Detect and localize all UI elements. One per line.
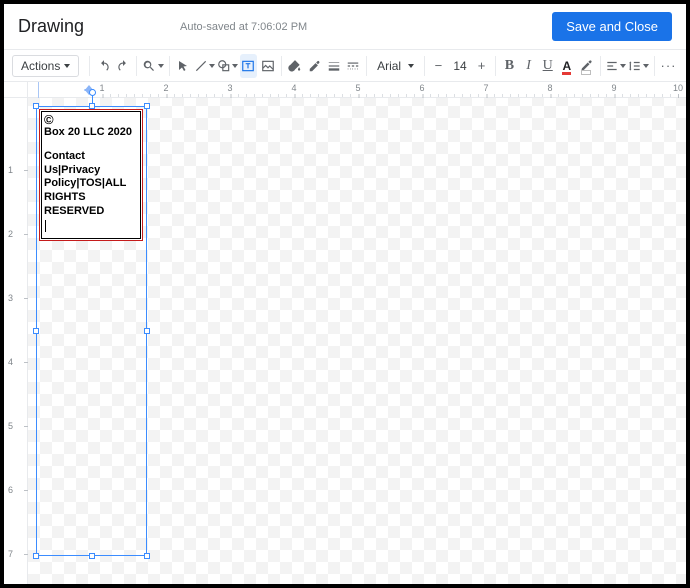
chevron-down-icon — [408, 64, 414, 68]
font-size-input[interactable]: 14 — [448, 55, 472, 77]
separator — [281, 56, 282, 76]
chevron-down-icon — [232, 64, 238, 68]
resize-handle-se[interactable] — [144, 553, 150, 559]
rotate-handle[interactable] — [89, 89, 96, 96]
ruler-origin-marker — [38, 82, 39, 98]
chevron-down-icon — [158, 64, 164, 68]
ruler-h-tick: 3 — [227, 83, 232, 93]
shape-tool-button[interactable] — [217, 54, 238, 78]
chevron-down-icon — [64, 64, 70, 68]
separator — [495, 56, 496, 76]
ruler-h-tick: 2 — [163, 83, 168, 93]
undo-button[interactable] — [95, 54, 112, 78]
font-family-select[interactable]: Arial — [371, 55, 420, 77]
resize-handle-w[interactable] — [33, 328, 39, 334]
ruler-v-tick: 7 — [8, 549, 13, 559]
font-family-label: Arial — [377, 59, 401, 73]
font-size-increase-button[interactable]: + — [473, 54, 490, 78]
ruler-v-tick: 2 — [8, 229, 13, 239]
highlight-color-button[interactable] — [577, 54, 594, 78]
textbox-tool-button[interactable] — [240, 54, 257, 78]
separator — [89, 56, 90, 76]
ruler-h-tick: 10 — [673, 83, 683, 93]
chevron-down-icon — [643, 64, 649, 68]
separator — [136, 56, 137, 76]
ruler-h-tick: 5 — [355, 83, 360, 93]
ruler-corner — [4, 82, 28, 98]
selected-textbox[interactable]: © Box 20 LLC 2020 Contact Us|Privacy Pol… — [36, 106, 147, 556]
line-tool-button[interactable] — [194, 54, 215, 78]
chevron-down-icon — [620, 64, 626, 68]
textbox-body: Contact Us|Privacy Policy|TOS|ALL RIGHTS… — [44, 150, 138, 219]
separator — [169, 56, 170, 76]
ruler-h-tick: 1 — [99, 83, 104, 93]
border-dash-button[interactable] — [344, 54, 361, 78]
align-button[interactable] — [605, 54, 626, 78]
ruler-v-tick: 1 — [8, 165, 13, 175]
border-color-button[interactable] — [306, 54, 323, 78]
text-edit-region[interactable]: © Box 20 LLC 2020 Contact Us|Privacy Pol… — [39, 109, 143, 241]
bold-button[interactable]: B — [501, 54, 518, 78]
resize-handle-ne[interactable] — [144, 103, 150, 109]
text-caret — [45, 220, 46, 232]
underline-button[interactable]: U — [539, 54, 556, 78]
text-color-button[interactable]: A — [558, 54, 575, 78]
vertical-ruler[interactable]: 1 2 3 4 5 6 7 — [4, 98, 28, 584]
ruler-h-tick: 4 — [291, 83, 296, 93]
blank-line — [44, 140, 138, 150]
copyright-symbol: © — [44, 113, 138, 126]
redo-button[interactable] — [114, 54, 131, 78]
actions-menu-button[interactable]: Actions — [12, 55, 79, 77]
dialog-header: Drawing Auto-saved at 7:06:02 PM Save an… — [4, 4, 686, 50]
line-spacing-button[interactable] — [628, 54, 649, 78]
dialog-title: Drawing — [18, 16, 84, 37]
border-weight-button[interactable] — [325, 54, 342, 78]
image-tool-button[interactable] — [259, 54, 276, 78]
resize-handle-s[interactable] — [89, 553, 95, 559]
toolbar: Actions — [4, 50, 686, 82]
resize-handle-sw[interactable] — [33, 553, 39, 559]
separator — [600, 56, 601, 76]
actions-label: Actions — [21, 59, 60, 73]
ruler-v-tick: 4 — [8, 357, 13, 367]
zoom-button[interactable] — [142, 54, 164, 78]
ruler-h-tick: 7 — [483, 83, 488, 93]
horizontal-ruler[interactable]: 1 2 3 4 5 6 7 8 9 10 — [28, 82, 686, 98]
italic-button[interactable]: I — [520, 54, 537, 78]
separator — [654, 56, 655, 76]
ruler-h-tick: 9 — [611, 83, 616, 93]
autosave-status: Auto-saved at 7:06:02 PM — [180, 21, 307, 33]
ruler-h-tick: 6 — [419, 83, 424, 93]
chevron-down-icon — [209, 64, 215, 68]
drawing-canvas[interactable]: 1 2 3 4 5 6 7 8 9 10 1 2 3 4 5 6 7 © Box 20 LLC 2020 Co… — [4, 82, 686, 584]
fill-color-button[interactable] — [287, 54, 304, 78]
font-size-decrease-button[interactable]: − — [430, 54, 447, 78]
ruler-v-tick: 3 — [8, 293, 13, 303]
resize-handle-e[interactable] — [144, 328, 150, 334]
save-and-close-button[interactable]: Save and Close — [552, 12, 672, 41]
textbox-line1: Box 20 LLC 2020 — [44, 126, 138, 140]
separator — [424, 56, 425, 76]
more-tools-button[interactable]: ··· — [660, 54, 677, 78]
ruler-v-tick: 5 — [8, 421, 13, 431]
separator — [366, 56, 367, 76]
ruler-v-tick: 6 — [8, 485, 13, 495]
ruler-h-tick: 8 — [547, 83, 552, 93]
select-tool-button[interactable] — [175, 54, 192, 78]
